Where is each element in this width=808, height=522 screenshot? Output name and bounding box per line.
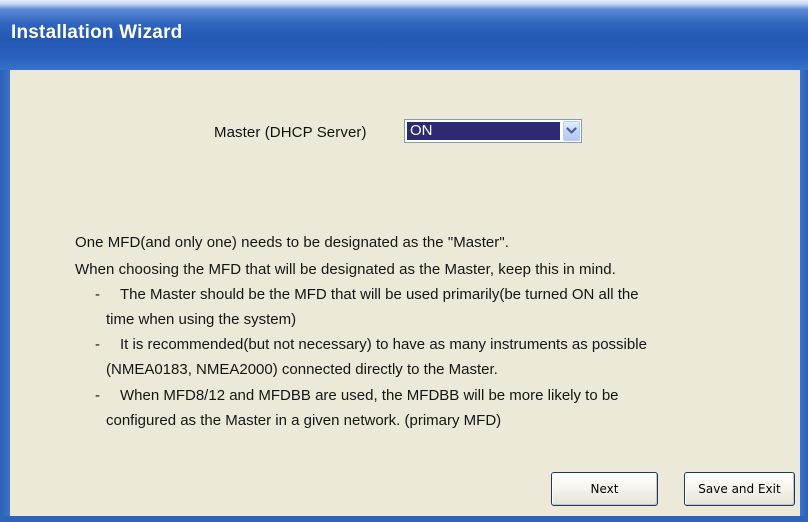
dropdown-arrow-button[interactable]: [563, 121, 580, 141]
description-line-1: One MFD(and only one) needs to be design…: [75, 234, 509, 251]
bullet-marker-3: -: [95, 387, 100, 404]
bullet-marker-2: -: [95, 336, 100, 353]
title-bar[interactable]: Installation Wizard: [0, 0, 808, 70]
window-title: Installation Wizard: [11, 22, 183, 43]
chevron-down-icon: [566, 127, 577, 134]
bullet-2-line-1: It is recommended(but not necessary) to …: [120, 336, 647, 353]
bullet-3-line-2: configured as the Master in a given netw…: [106, 412, 502, 429]
bullet-3-line-1: When MFD8/12 and MFDBB are used, the MFD…: [120, 387, 619, 404]
wizard-content: Master (DHCP Server) ON One MFD(and only…: [10, 70, 800, 516]
bullet-2-line-2: (NMEA0183, NMEA2000) connected directly …: [106, 361, 498, 378]
description-line-2: When choosing the MFD that will be desig…: [75, 261, 616, 278]
next-button[interactable]: Next: [551, 472, 658, 506]
bullet-marker-1: -: [95, 286, 100, 303]
master-dropdown[interactable]: ON: [404, 119, 582, 143]
installation-wizard-window: Installation Wizard Master (DHCP Server)…: [0, 0, 808, 522]
master-dropdown-value[interactable]: ON: [407, 122, 560, 140]
window-frame-left: [0, 70, 10, 522]
bullet-1-line-2: time when using the system): [106, 311, 297, 328]
window-frame-right: [800, 70, 808, 522]
master-label: Master (DHCP Server): [214, 124, 367, 141]
save-and-exit-button[interactable]: Save and Exit: [684, 472, 795, 506]
bullet-1-line-1: The Master should be the MFD that will b…: [120, 286, 639, 303]
window-frame-bottom: [0, 516, 808, 522]
